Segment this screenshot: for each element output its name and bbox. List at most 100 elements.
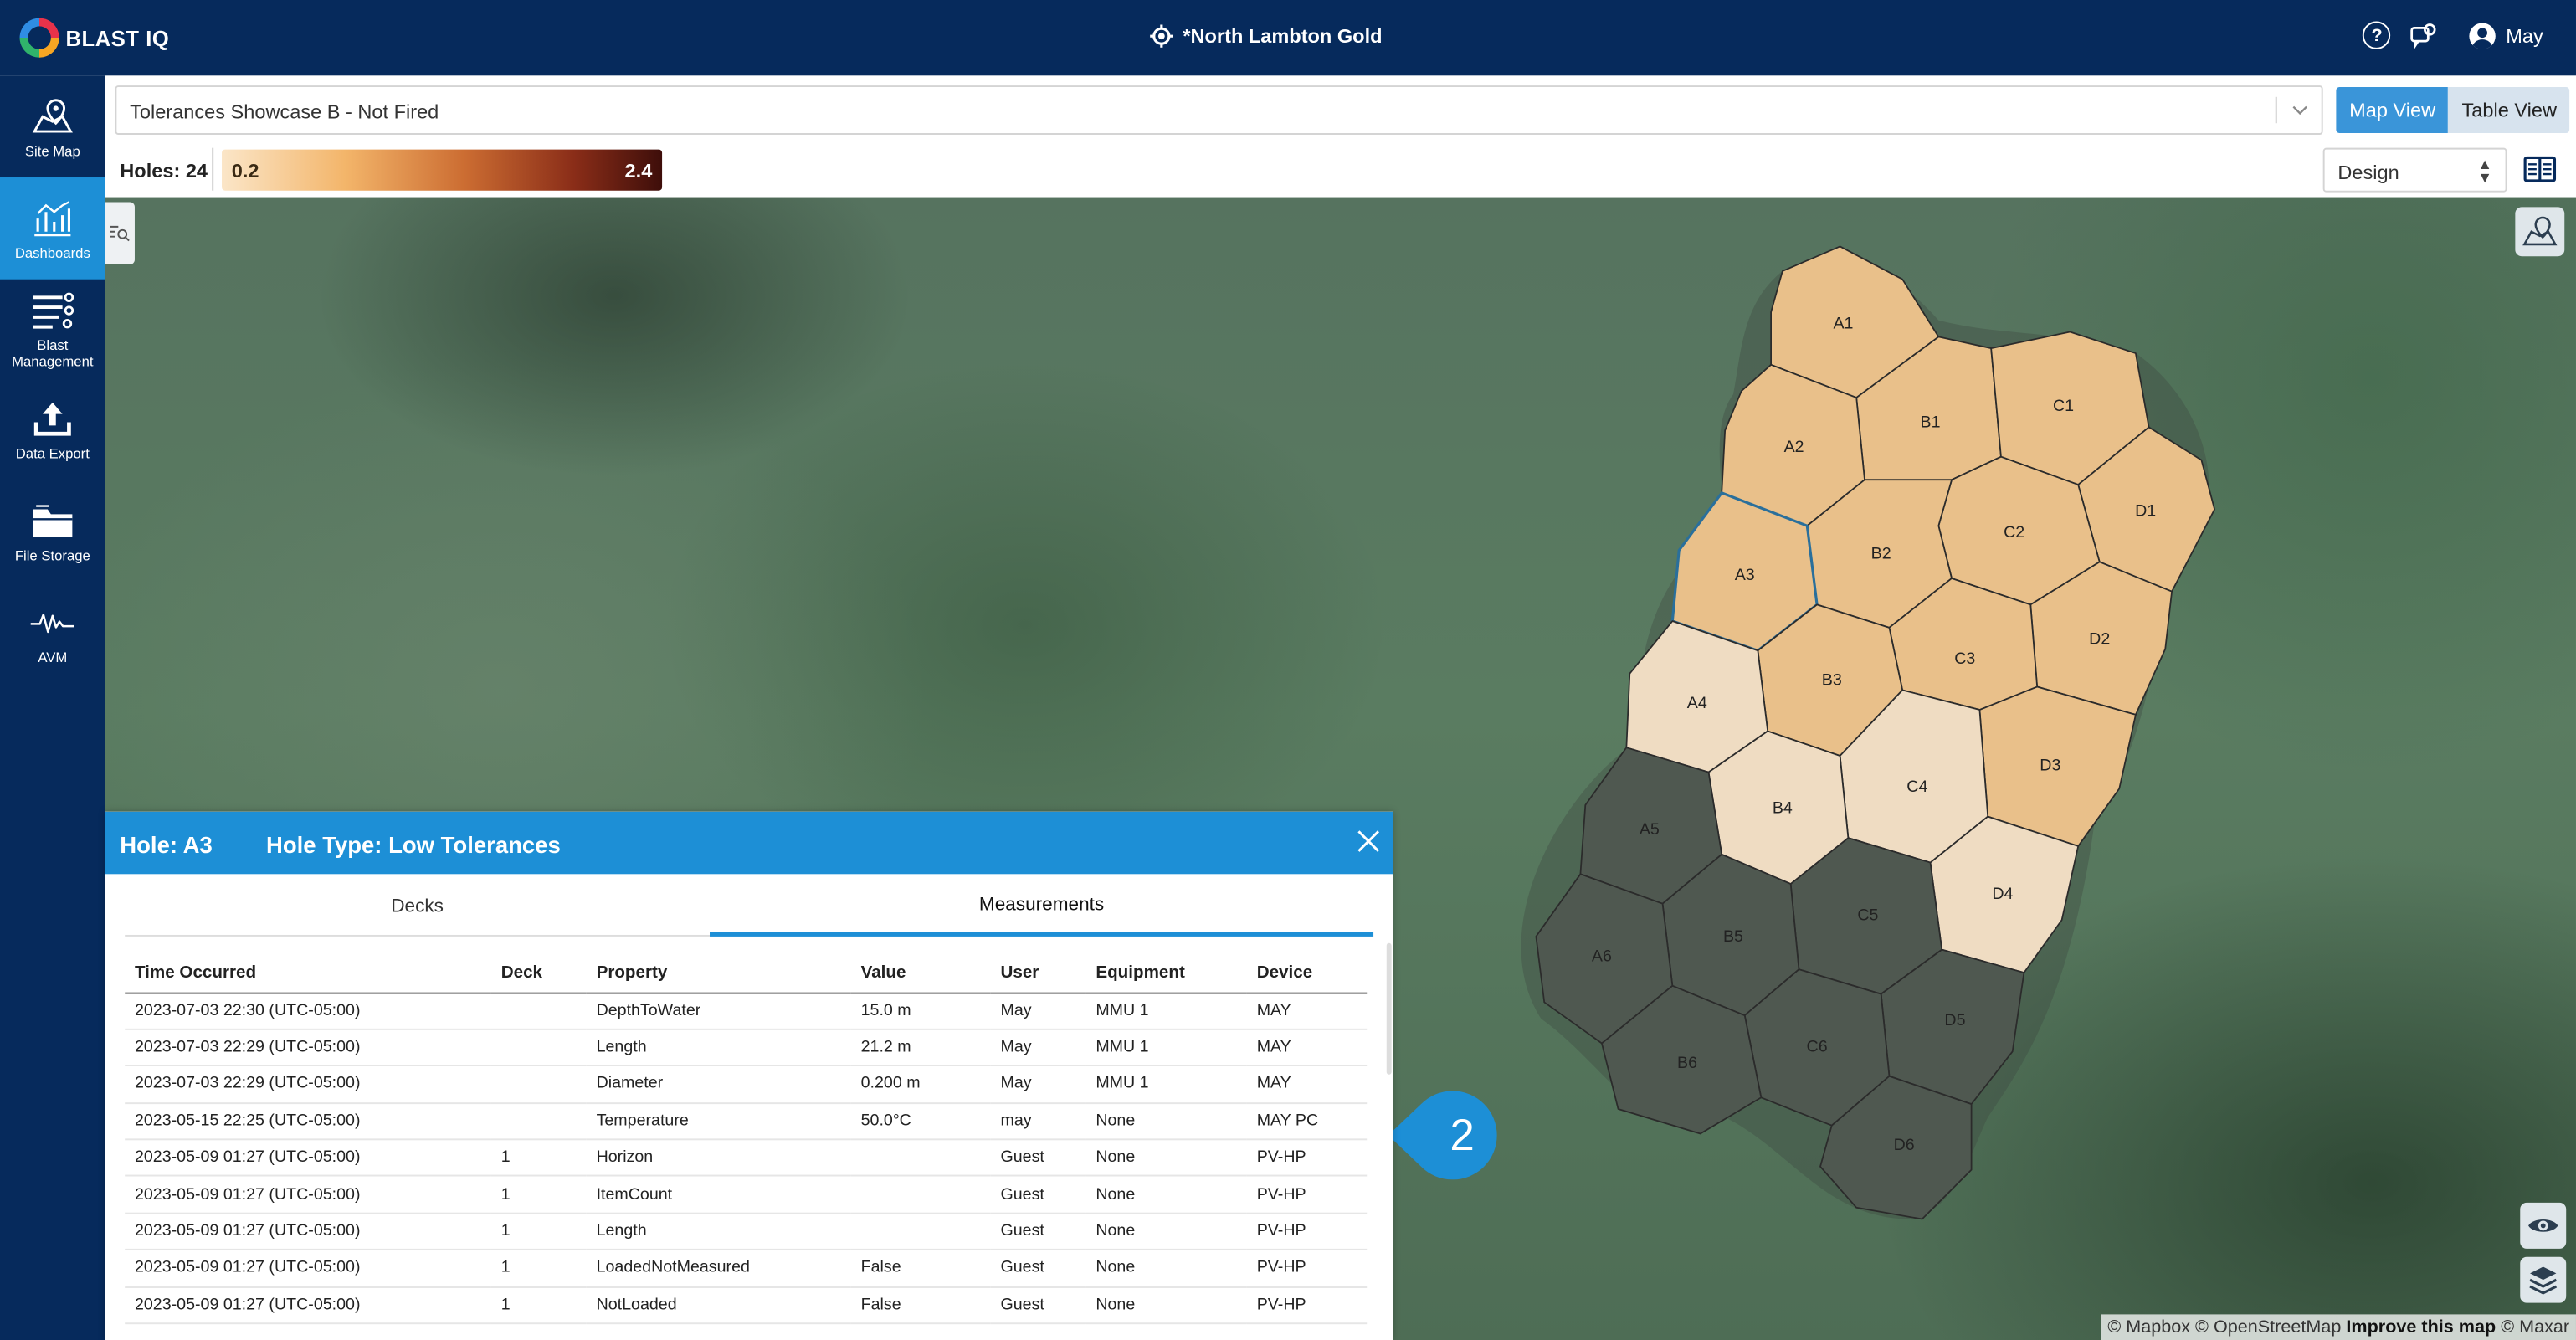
- hole-label: D2: [2089, 629, 2110, 648]
- dashboard-chart-icon: [34, 200, 71, 236]
- hole-label: B6: [1677, 1054, 1697, 1072]
- tab-measurements[interactable]: Measurements: [710, 877, 1374, 937]
- hole-label: D3: [2040, 757, 2060, 775]
- hole-detail-panel: Hole: A3 Hole Type: Low Tolerances Decks…: [105, 811, 1393, 1340]
- user-menu[interactable]: May: [2470, 22, 2543, 49]
- hole-label: C6: [1807, 1037, 1828, 1055]
- sidebar-item-dashboards[interactable]: Dashboards: [0, 177, 105, 280]
- sidebar-item-avm[interactable]: AVM: [0, 595, 105, 670]
- table-row[interactable]: 2023-05-15 22:25 (UTC-05:00) Temperature 5…: [125, 1102, 1368, 1141]
- column-header[interactable]: User: [990, 952, 1086, 993]
- table-row[interactable]: 2023-05-09 01:27 (UTC-05:00) 1 Length Guest…: [125, 1213, 1368, 1251]
- table-row[interactable]: 2023-07-03 22:29 (UTC-05:00) Length 21.2 m…: [125, 1029, 1368, 1067]
- table-cell: DepthToWater: [586, 992, 851, 1030]
- divider: [212, 147, 214, 191]
- hole-label: A6: [1592, 947, 1612, 965]
- table-cell: Guest: [990, 1213, 1086, 1251]
- table-cell: Diameter: [586, 1065, 851, 1104]
- table-row[interactable]: 2023-05-09 01:27 (UTC-05:00) 1 Horizon Gues…: [125, 1139, 1368, 1178]
- column-header[interactable]: Deck: [490, 952, 587, 993]
- hole-label: D6: [1894, 1136, 1915, 1154]
- close-icon[interactable]: [1357, 829, 1379, 852]
- table-cell: Length: [586, 1213, 851, 1251]
- table-row[interactable]: 2023-05-09 01:27 (UTC-05:00) 1 ItemCount Gu…: [125, 1176, 1368, 1214]
- table-row[interactable]: 2023-05-09 01:27 (UTC-05:00) 1 LoadedNotMe…: [125, 1250, 1368, 1288]
- chevron-down-icon[interactable]: [2275, 96, 2322, 124]
- hole-label: A3: [1735, 566, 1755, 584]
- table-cell: [490, 1102, 587, 1141]
- table-row[interactable]: 2023-07-03 22:29 (UTC-05:00) Diameter 0.20…: [125, 1065, 1368, 1104]
- sidebar-item-label: AVM: [38, 648, 68, 665]
- map-view-button[interactable]: Map View: [2336, 87, 2449, 134]
- table-cell: 1: [490, 1139, 587, 1178]
- table-cell: 15.0 m: [850, 992, 991, 1030]
- site-name: *North Lambton Gold: [1183, 24, 1383, 48]
- tab-decks[interactable]: Decks: [125, 877, 711, 937]
- step-callout-badge: 2: [1388, 1091, 1497, 1180]
- map-pin-icon: [32, 98, 73, 132]
- map-style-button[interactable]: [2515, 207, 2565, 257]
- visibility-button[interactable]: [2520, 1202, 2567, 1249]
- updown-arrow-icon: ▲ ▼: [2477, 156, 2492, 186]
- avatar-icon: [2470, 22, 2496, 49]
- table-cell: 21.2 m: [850, 1029, 991, 1067]
- hole-label: D5: [1944, 1011, 1965, 1029]
- user-name: May: [2506, 23, 2543, 47]
- folder-icon: [33, 504, 73, 537]
- upload-icon: [33, 401, 71, 435]
- hole-label: B5: [1723, 927, 1743, 946]
- logo-ring-icon: [19, 18, 59, 58]
- table-cell: PV-HP: [1246, 1213, 1368, 1251]
- table-cell: 1: [490, 1176, 587, 1214]
- map-pin-icon: [2522, 216, 2558, 246]
- search-panel-toggle[interactable]: [105, 202, 135, 265]
- sidebar-item-label: Data Export: [15, 444, 90, 461]
- table-cell: MAY PC: [1246, 1102, 1368, 1141]
- table-cell: 2023-07-03 22:29 (UTC-05:00): [125, 1029, 491, 1067]
- table-cell: MAY: [1246, 992, 1368, 1030]
- sidebar-item-label: Site Map: [24, 141, 80, 159]
- table-cell: None: [1085, 1286, 1247, 1325]
- table-cell: PV-HP: [1246, 1250, 1368, 1288]
- column-header[interactable]: Equipment: [1085, 952, 1247, 993]
- table-cell: 2023-05-09 01:27 (UTC-05:00): [125, 1139, 491, 1178]
- blast-select-value: Tolerances Showcase B - Not Fired: [130, 100, 439, 124]
- column-header[interactable]: Property: [586, 952, 851, 993]
- scrollbar[interactable]: [1386, 942, 1392, 1075]
- attribution-link[interactable]: © Mapbox © OpenStreetMap: [2107, 1317, 2341, 1337]
- column-header[interactable]: Value: [850, 952, 991, 993]
- hole-label: B1: [1921, 413, 1941, 431]
- table-row[interactable]: 2023-05-09 01:27 (UTC-05:00) 1 NotLoaded Fa…: [125, 1286, 1368, 1325]
- table-row[interactable]: 2023-07-03 22:30 (UTC-05:00) DepthToWater…: [125, 992, 1368, 1030]
- support-chat-icon[interactable]: [2410, 23, 2437, 49]
- table-cell: 2023-05-09 01:27 (UTC-05:00): [125, 1286, 491, 1325]
- table-cell: ItemCount: [586, 1176, 851, 1214]
- table-cell: Guest: [990, 1139, 1086, 1178]
- table-cell: None: [1085, 1139, 1247, 1178]
- improve-map-link[interactable]: Improve this map: [2346, 1317, 2496, 1337]
- maxar-link[interactable]: © Maxar: [2501, 1317, 2569, 1337]
- hole-label: C1: [2053, 397, 2074, 415]
- table-cell: may: [990, 1102, 1086, 1141]
- column-header[interactable]: Time Occurred: [125, 952, 491, 993]
- table-cell: May: [990, 992, 1086, 1030]
- book-legend-icon[interactable]: [2523, 156, 2557, 182]
- eye-icon: [2528, 1219, 2558, 1232]
- blast-select[interactable]: Tolerances Showcase B - Not Fired: [115, 85, 2323, 135]
- layers-button[interactable]: [2520, 1256, 2567, 1303]
- site-selector[interactable]: *North Lambton Gold: [1150, 24, 1383, 48]
- design-select[interactable]: Design ▲ ▼: [2322, 147, 2507, 193]
- hole-label: D1: [2135, 501, 2156, 520]
- table-view-button[interactable]: Table View: [2448, 87, 2570, 134]
- sidebar-item-data-export[interactable]: Data Export: [0, 391, 105, 466]
- hole-label: A1: [1833, 315, 1853, 333]
- sidebar-item-blast-management[interactable]: Blast Management: [0, 283, 105, 375]
- sidebar-item-file-storage[interactable]: File Storage: [0, 493, 105, 568]
- search-list-icon: [110, 225, 130, 242]
- column-header[interactable]: Device: [1246, 952, 1368, 993]
- sidebar-item-site-map[interactable]: Site Map: [0, 79, 105, 174]
- table-cell: 2023-05-09 01:27 (UTC-05:00): [125, 1176, 491, 1214]
- panel-tabs: Decks Measurements: [125, 877, 1374, 937]
- blastiq-logo[interactable]: BLAST IQ: [19, 18, 170, 58]
- help-icon[interactable]: ?: [2363, 21, 2391, 49]
